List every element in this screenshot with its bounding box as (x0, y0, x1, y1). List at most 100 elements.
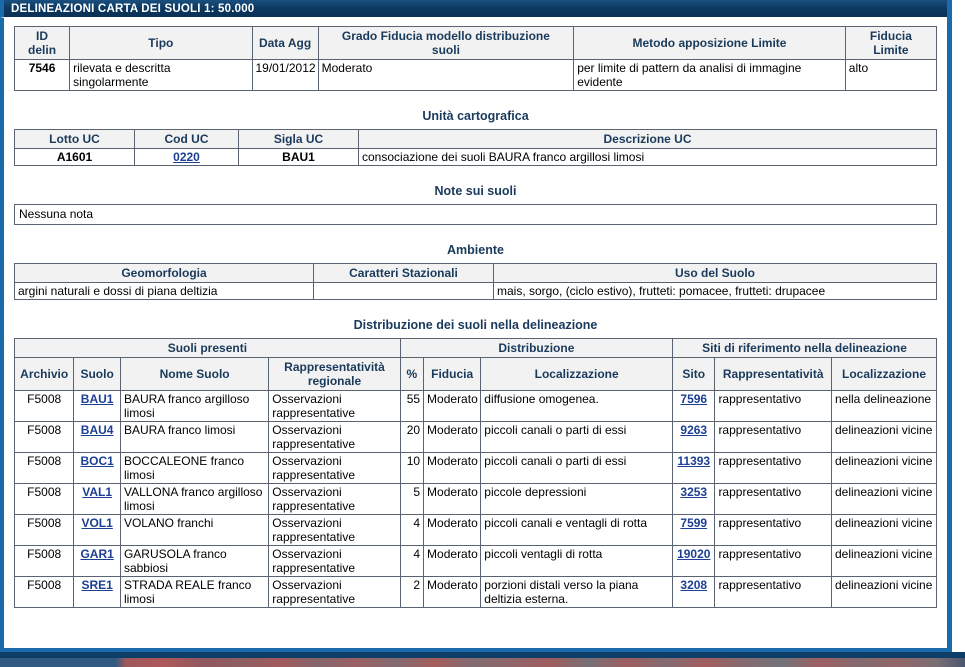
cell-sito: 7599 (672, 514, 716, 546)
col-header-id-delin: ID delin (13, 26, 71, 60)
cell-percentuale: 4 (399, 545, 425, 577)
table-row: A1601 0220 BAU1 consociazione dei suoli … (14, 148, 937, 166)
cell-rappresentativita: rappresentativo (714, 483, 832, 515)
cell-suolo: VAL1 (73, 483, 121, 515)
cell-archivio: F5008 (13, 545, 75, 577)
table-row: F5008 SRE1 STRADA REALE franco limosi Osser… (13, 576, 937, 608)
cell-fiducia-limite: alto (844, 59, 938, 91)
cell-descrizione-uc: consociazione dei suoli BAURA franco arg… (358, 148, 937, 166)
col-header-tipo: Tipo (69, 26, 253, 60)
cell-percentuale: 20 (399, 421, 425, 453)
col-header-sito: Sito (672, 357, 716, 391)
sito-link[interactable]: 7596 (680, 392, 707, 406)
col-header-uso-del-suolo: Uso del Suolo (493, 263, 937, 283)
cell-id-delin: 7546 (13, 59, 71, 91)
cell-suolo: GAR1 (73, 545, 121, 577)
col-header-fiducia-limite: Fiducia Limite (844, 26, 938, 60)
cell-sito: 19020 (672, 545, 716, 577)
unita-cartografica-table: Lotto UC Cod UC Sigla UC Descrizione UC … (14, 129, 937, 166)
cell-localizzazione: piccoli canali o parti di essi (480, 452, 674, 484)
cell-rappresentativita-regionale: Osservazioni rappresentative (268, 545, 401, 577)
cell-localizzazione-sito: delineazioni vicine (831, 421, 937, 453)
sito-link[interactable]: 7599 (680, 516, 707, 530)
cell-fiducia: Moderato (423, 421, 482, 453)
cell-localizzazione-sito: delineazioni vicine (831, 576, 937, 608)
delineation-header-row: ID delin Tipo Data Agg Grado Fiducia mod… (13, 26, 938, 60)
col-header-id-delin-line1: ID (36, 29, 49, 43)
cell-percentuale: 55 (399, 390, 425, 422)
col-header-localizzazione: Localizzazione (480, 357, 674, 391)
window-titlebar[interactable]: DELINEAZIONI CARTA DEI SUOLI 1: 50.000 (0, 0, 947, 17)
distribuzione-group-header-row: Suoli presenti Distribuzione Siti di rif… (14, 338, 937, 358)
table-row: F5008 VAL1 VALLONA franco argilloso limosi… (13, 483, 937, 515)
cell-rappresentativita-regionale: Osservazioni rappresentative (268, 483, 401, 515)
cell-nome-suolo: GARUSOLA franco sabbiosi (119, 545, 270, 577)
cell-suolo: VOL1 (73, 514, 121, 546)
cell-localizzazione: porzioni distali verso la piana deltizia… (480, 576, 674, 608)
group-header-suoli-presenti: Suoli presenti (14, 338, 401, 358)
cell-nome-suolo: BAURA franco limosi (119, 421, 270, 453)
cell-suolo: SRE1 (73, 576, 121, 608)
section-title-ambiente: Ambiente (447, 243, 504, 257)
group-header-siti: Siti di riferimento nella delineazione (672, 338, 937, 358)
cell-sito: 3253 (672, 483, 716, 515)
cod-uc-link[interactable]: 0220 (173, 150, 200, 164)
cell-sito: 9263 (672, 421, 716, 453)
col-header-lotto-uc: Lotto UC (14, 129, 135, 149)
sito-link[interactable]: 3208 (680, 578, 707, 592)
sito-link[interactable]: 11393 (677, 454, 710, 468)
cell-percentuale: 10 (399, 452, 425, 484)
cell-rappresentativita-regionale: Osservazioni rappresentative (268, 421, 401, 453)
cell-localizzazione: piccoli canali e ventagli di rotta (480, 514, 674, 546)
sito-link[interactable]: 3253 (680, 485, 707, 499)
cell-rappresentativita: rappresentativo (714, 421, 832, 453)
cell-archivio: F5008 (13, 483, 75, 515)
cell-rappresentativita-regionale: Osservazioni rappresentative (268, 452, 401, 484)
col-header-id-delin-line2: delin (28, 43, 57, 57)
cell-rappresentativita: rappresentativo (714, 514, 832, 546)
suolo-link[interactable]: BAU1 (81, 392, 114, 406)
window-title: DELINEAZIONI CARTA DEI SUOLI 1: 50.000 (11, 2, 255, 15)
cell-rappresentativita-regionale: Osservazioni rappresentative (268, 576, 401, 608)
suolo-link[interactable]: GAR1 (80, 547, 113, 561)
col-header-rapp-reg-line2: regionale (307, 374, 362, 388)
ambiente-table: Geomorfologia Caratteri Stazionali Uso d… (14, 263, 937, 300)
cell-archivio: F5008 (13, 514, 75, 546)
cell-percentuale: 2 (399, 576, 425, 608)
delineation-table: ID delin Tipo Data Agg Grado Fiducia mod… (13, 26, 938, 91)
section-title-note-sui-suoli: Note sui suoli (434, 184, 517, 198)
table-row: 7546 rilevata e descritta singolarmente … (13, 59, 938, 91)
group-header-distribuzione: Distribuzione (399, 338, 674, 358)
cell-nome-suolo: BOCCALEONE franco limosi (119, 452, 270, 484)
suolo-link[interactable]: VAL1 (82, 485, 112, 499)
cell-localizzazione-sito: nella delineazione (831, 390, 937, 422)
cell-rappresentativita: rappresentativo (714, 390, 832, 422)
cell-rappresentativita-regionale: Osservazioni rappresentative (268, 390, 401, 422)
col-header-descrizione-uc: Descrizione UC (358, 129, 937, 149)
cell-rappresentativita-regionale: Osservazioni rappresentative (268, 514, 401, 546)
sito-link[interactable]: 9263 (680, 423, 707, 437)
suolo-link[interactable]: BOC1 (80, 454, 113, 468)
col-header-sigla-uc: Sigla UC (238, 129, 359, 149)
desktop: DELINEAZIONI CARTA DEI SUOLI 1: 50.000 I… (0, 0, 965, 667)
cell-caratteri-stazionali (313, 282, 494, 300)
cell-localizzazione-sito: delineazioni vicine (831, 545, 937, 577)
cell-fiducia: Moderato (423, 545, 482, 577)
suolo-link[interactable]: SRE1 (81, 578, 112, 592)
cell-sito: 11393 (672, 452, 716, 484)
cell-localizzazione-sito: delineazioni vicine (831, 483, 937, 515)
suolo-link[interactable]: BAU4 (81, 423, 114, 437)
suolo-link[interactable]: VOL1 (81, 516, 112, 530)
cell-localizzazione: piccoli canali o parti di essi (480, 421, 674, 453)
page-content: ID delin Tipo Data Agg Grado Fiducia mod… (4, 18, 947, 608)
uc-header-row: Lotto UC Cod UC Sigla UC Descrizione UC (14, 129, 937, 149)
sito-link[interactable]: 19020 (677, 547, 710, 561)
cell-archivio: F5008 (13, 421, 75, 453)
cell-percentuale: 5 (399, 483, 425, 515)
cell-archivio: F5008 (13, 452, 75, 484)
cell-sito: 7596 (672, 390, 716, 422)
col-header-localizzazione-sito: Localizzazione (831, 357, 937, 391)
cell-cod-uc: 0220 (134, 148, 239, 166)
cell-suolo: BAU1 (73, 390, 121, 422)
cell-archivio: F5008 (13, 390, 75, 422)
